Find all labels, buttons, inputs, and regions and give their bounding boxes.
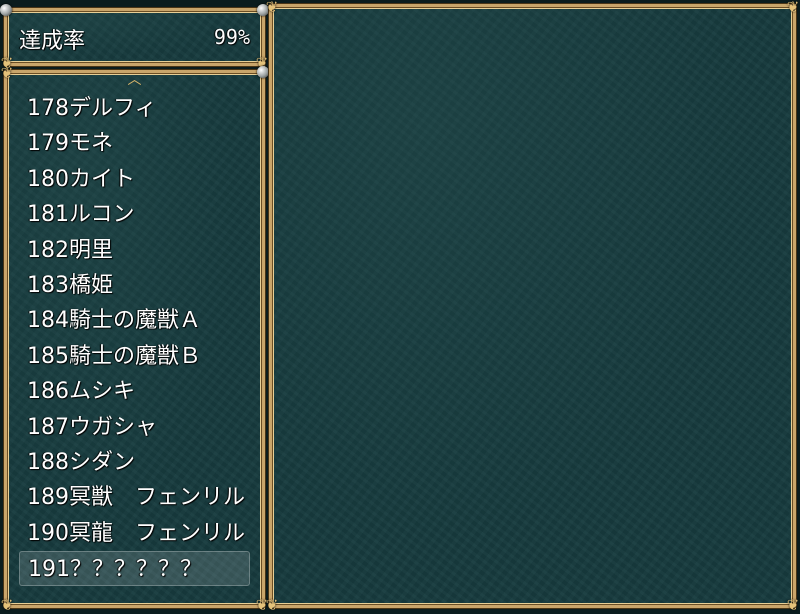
list-item[interactable]: 181ルコン [19, 197, 250, 232]
list-item[interactable]: 179モネ [19, 126, 250, 161]
list-item[interactable]: 178デルフィ [19, 91, 250, 126]
list-item[interactable]: 188シダン [19, 445, 250, 480]
list-item[interactable]: 187ウガシャ [19, 410, 250, 445]
corner-ornament-icon: ❦ [0, 596, 14, 614]
corner-ornament-icon: ❦ [0, 64, 14, 82]
list-item[interactable]: 182明里 [19, 233, 250, 268]
corner-pearl-icon [257, 66, 269, 78]
list-item[interactable]: 186ムシキ [19, 374, 250, 409]
bestiary-list-window: ❦ ❦ ❦ ︿ 178デルフィ 179モネ 180カイト 181ルコン 182明里 183… [1, 65, 269, 613]
completion-label: 達成率 [19, 29, 86, 54]
list-item[interactable]: 180カイト [19, 162, 250, 197]
corner-ornament-icon: ❦ [786, 0, 800, 16]
corner-ornament-icon: ❦ [786, 596, 800, 614]
list-item[interactable]: 189冥獣 フェンリル [19, 480, 250, 515]
list-item[interactable]: 184騎士の魔獣Ａ [19, 303, 250, 338]
scroll-up-arrow-icon[interactable]: ︿ [128, 73, 142, 87]
list-item[interactable]: 191？？？？？？ [19, 551, 250, 587]
list-item[interactable]: 183橋姫 [19, 268, 250, 303]
completion-value: 99% [213, 25, 250, 49]
list-item[interactable]: 185騎士の魔獣Ｂ [19, 339, 250, 374]
detail-window: ❦ ❦ ❦ ❦ [266, 0, 800, 613]
corner-ornament-icon: ❦ [265, 0, 279, 16]
corner-pearl-icon [0, 4, 12, 16]
bestiary-list: 178デルフィ 179モネ 180カイト 181ルコン 182明里 183橋姫 184騎士の… [19, 91, 250, 587]
completion-window: ❦ ❦ 達成率 99% [0, 4, 269, 71]
list-item[interactable]: 190冥龍 フェンリル [19, 516, 250, 551]
corner-ornament-icon: ❦ [265, 596, 279, 614]
